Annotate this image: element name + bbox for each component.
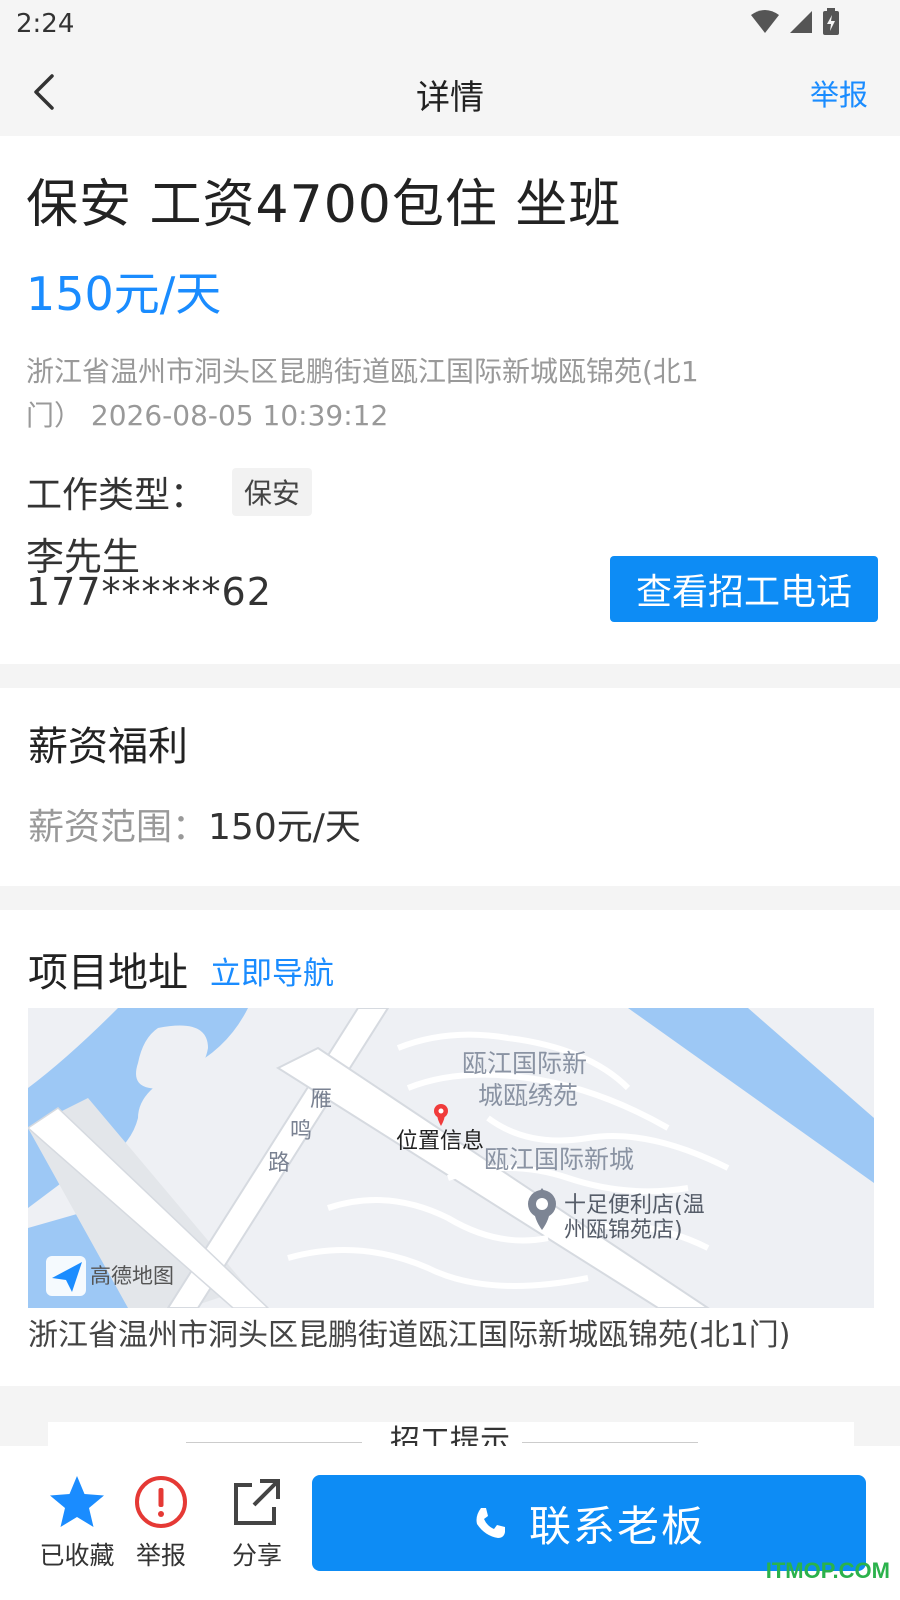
address-section-title: 项目地址 [28, 950, 188, 996]
job-title: 保安 工资4700包住 坐班 [26, 175, 622, 235]
hint-card: 招工提示 [0, 1386, 900, 1462]
map-store-label-2: 州瓯锦苑店) [564, 1218, 683, 1243]
battery-icon [823, 8, 839, 35]
map-road-char-2: 鸣 [290, 1119, 312, 1144]
page-title: 详情 [416, 78, 484, 118]
map-marker-label: 位置信息 [396, 1129, 484, 1154]
phone-icon [473, 1506, 507, 1540]
amap-logo-text: 高德地图 [90, 1264, 174, 1288]
star-icon [50, 1476, 104, 1527]
map-store-label-1: 十足便利店(温 [564, 1193, 705, 1218]
salary-range: 薪资范围：150元/天 [28, 798, 361, 850]
job-detail-page: 2:24 详情 举报 保安 工资4700包住 坐班 150元/天 浙江省温州市洞… [0, 0, 900, 1600]
job-address-line: 浙江省温州市洞头区昆鹏街道瓯江国际新城瓯锦苑(北1 [26, 355, 699, 388]
status-bar: 2:24 [0, 0, 900, 48]
contact-boss-button[interactable]: 联系老板 [312, 1475, 866, 1571]
salary-range-label: 薪资范围： [28, 807, 209, 848]
nav-bar: 详情 举报 [0, 48, 900, 136]
alert-circle-icon [135, 1476, 187, 1528]
navigate-link[interactable]: 立即导航 [210, 948, 334, 993]
map-label-area-2: 城瓯绣苑 [478, 1081, 578, 1110]
map-road-char-3: 路 [268, 1151, 290, 1176]
report-button[interactable]: 举报 [116, 1472, 206, 1572]
wifi-icon [751, 10, 779, 33]
status-time: 2:24 [16, 9, 75, 39]
contact-phone-masked: 177******62 [26, 570, 272, 614]
share-button[interactable]: 分享 [212, 1472, 302, 1572]
salary-benefits-card: 薪资福利 薪资范围：150元/天 [0, 688, 900, 886]
favorite-button[interactable]: 已收藏 [32, 1472, 122, 1572]
project-address-card: 项目地址 立即导航 瓯江国际新 城瓯绣苑 瓯江国际新城 雁 鸣 路 位置信息 十… [0, 910, 900, 1386]
report-link[interactable]: 举报 [810, 72, 868, 114]
status-icons [750, 8, 840, 36]
job-type-tag: 保安 [232, 468, 313, 516]
job-address-time: 浙江省温州市洞头区昆鹏街道瓯江国际新城瓯锦苑(北1 门） 2026-08-05 … [26, 350, 746, 438]
full-address: 浙江省温州市洞头区昆鹏街道瓯江国际新城瓯锦苑(北1门) [28, 1318, 791, 1353]
signal-icon [790, 11, 812, 33]
favorite-label: 已收藏 [39, 1541, 115, 1570]
map-road-char-1: 雁 [310, 1087, 332, 1112]
map-label-area-1: 瓯江国际新 [462, 1049, 587, 1078]
map-label-district: 瓯江国际新城 [484, 1145, 634, 1174]
contact-boss-label: 联系老板 [528, 1501, 705, 1551]
salary-range-value: 150元/天 [208, 807, 361, 848]
bottom-action-bar: 已收藏 举报 分享 联系老板 ITMOP.COM [0, 1446, 900, 1600]
job-salary: 150元/天 [26, 267, 222, 321]
salary-section-title: 薪资福利 [28, 724, 188, 770]
share-label: 分享 [231, 1541, 282, 1570]
job-type-label: 工作类型： [26, 475, 207, 516]
watermark: ITMOP.COM [765, 1558, 890, 1583]
report-label: 举报 [135, 1541, 186, 1570]
job-info-card: 保安 工资4700包住 坐班 150元/天 浙江省温州市洞头区昆鹏街道瓯江国际新… [0, 136, 900, 664]
share-icon [234, 1479, 280, 1525]
job-type-row: 工作类型： 保安 [26, 466, 313, 518]
view-phone-button[interactable]: 查看招工电话 [610, 556, 878, 622]
job-address-time-line: 门） 2026-08-05 10:39:12 [26, 399, 389, 432]
location-map[interactable]: 瓯江国际新 城瓯绣苑 瓯江国际新城 雁 鸣 路 位置信息 十足便利店(温 州瓯锦… [28, 1008, 874, 1308]
